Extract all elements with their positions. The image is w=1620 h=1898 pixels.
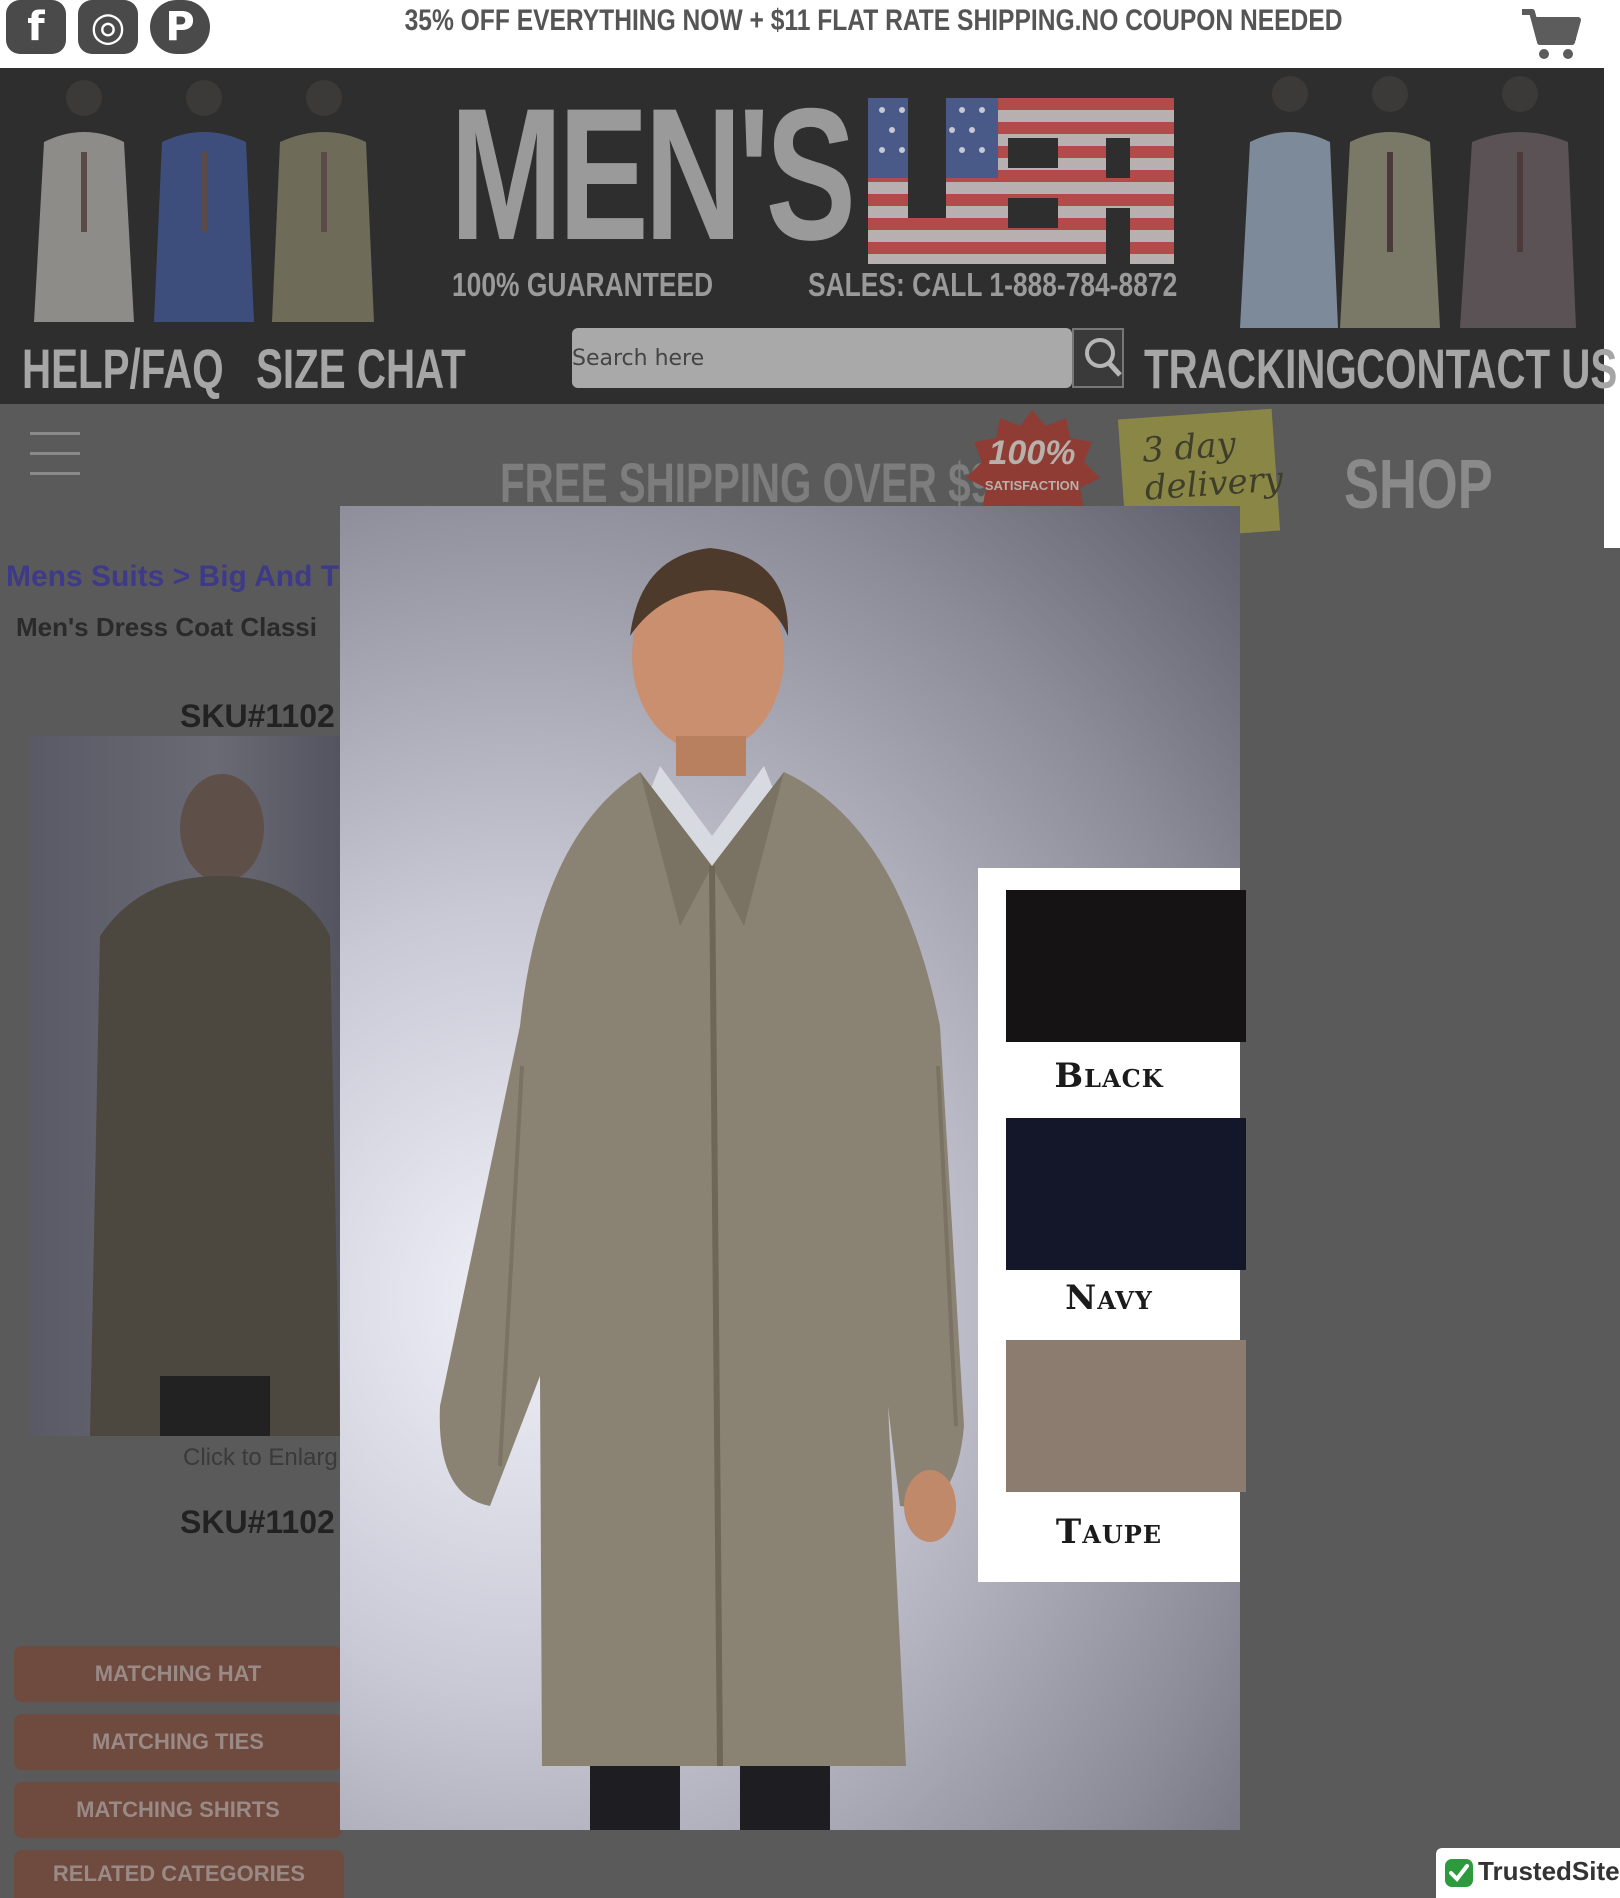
swatch-label-black: Black — [1054, 1056, 1164, 1096]
hamburger-menu-icon[interactable] — [30, 432, 80, 476]
sku-label-bottom: SKU#1102 — [180, 1504, 335, 1540]
matching-shirts-button[interactable]: MATCHING SHIRTS — [14, 1782, 342, 1838]
search-icon — [1085, 338, 1122, 377]
logo-usa-flag — [868, 98, 1174, 264]
badge-satisfaction: SATISFACTION — [985, 478, 1079, 493]
shop-link[interactable]: SHOP — [1344, 444, 1493, 524]
matching-hat-button[interactable]: MATCHING HAT — [14, 1646, 342, 1702]
sticky-note-text: 3 day delivery — [1140, 424, 1285, 509]
sku-label-top: SKU#1102 — [180, 698, 335, 734]
swatch-black[interactable] — [1006, 890, 1246, 1042]
swatch-taupe[interactable] — [1006, 1340, 1246, 1492]
sales-phone[interactable]: SALES: CALL 1-888-784-8872 — [808, 266, 1177, 304]
logo-mens: MEN'S — [450, 69, 856, 279]
nav-help-faq[interactable]: HELP/FAQ — [22, 336, 224, 401]
trustedsite-label: TrustedSite — [1478, 1856, 1620, 1886]
nav-contact-us[interactable]: CONTACT US — [1356, 336, 1617, 401]
header-models-right — [1220, 72, 1590, 328]
nav-size-chat[interactable]: SIZE CHAT — [256, 336, 466, 401]
trustedsite-badge[interactable]: TrustedSite — [1436, 1848, 1620, 1898]
instagram-icon[interactable]: ◎ — [78, 0, 138, 54]
cart-icon[interactable] — [1520, 6, 1582, 62]
header-models-left — [4, 72, 394, 322]
facebook-icon[interactable]: f — [6, 0, 66, 54]
swatch-label-taupe: Taupe — [1055, 1512, 1163, 1552]
related-categories-button[interactable]: RELATED CATEGORIES — [14, 1850, 344, 1898]
search-input[interactable] — [572, 328, 1072, 388]
check-icon — [1445, 1859, 1473, 1887]
matching-ties-button[interactable]: MATCHING TIES — [14, 1714, 342, 1770]
product-thumbnail[interactable] — [30, 736, 340, 1436]
swatch-label-navy: Navy — [1065, 1278, 1153, 1318]
badge-percent: 100% — [989, 434, 1076, 472]
swatch-navy[interactable] — [1006, 1118, 1246, 1270]
promo-text: 35% OFF EVERYTHING NOW + $11 FLAT RATE S… — [404, 4, 1343, 37]
click-to-enlarge-hint: Click to Enlarg — [183, 1444, 338, 1471]
search-button[interactable] — [1072, 328, 1124, 388]
nav-tracking[interactable]: TRACKING — [1144, 336, 1357, 401]
product-title: Men's Dress Coat Classi — [16, 612, 317, 642]
pinterest-icon[interactable]: P — [150, 0, 210, 54]
breadcrumb[interactable]: Mens Suits > Big And T — [6, 560, 339, 594]
guarantee-text: 100% GUARANTEED — [452, 266, 714, 303]
